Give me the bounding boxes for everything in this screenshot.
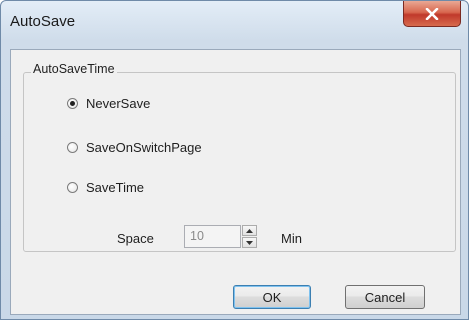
radio-never-save[interactable]: NeverSave — [67, 96, 150, 111]
dialog-body: AutoSaveTime NeverSave SaveOnSwitchPage … — [10, 49, 461, 315]
radio-button-icon[interactable] — [67, 182, 78, 193]
unit-label: Min — [281, 231, 302, 246]
title-bar[interactable]: AutoSave — [1, 1, 468, 49]
radio-label: SaveTime — [86, 180, 145, 195]
radio-save-time[interactable]: SaveTime — [67, 180, 144, 195]
window-title: AutoSave — [10, 13, 76, 30]
spin-up-button[interactable] — [242, 225, 257, 236]
arrow-up-icon — [246, 228, 253, 233]
space-spinner[interactable] — [242, 225, 257, 248]
radio-label: NeverSave — [86, 96, 151, 111]
close-button[interactable] — [403, 1, 461, 27]
cancel-button[interactable]: Cancel — [345, 285, 425, 309]
autosave-dialog: AutoSave AutoSaveTime NeverSave SaveOnSw… — [0, 0, 469, 320]
radio-button-icon[interactable] — [67, 142, 78, 153]
radio-label: SaveOnSwitchPage — [86, 140, 202, 155]
spin-down-button[interactable] — [242, 237, 257, 248]
ok-button[interactable]: OK — [233, 285, 311, 309]
radio-save-on-switch-page[interactable]: SaveOnSwitchPage — [67, 140, 202, 155]
radio-button-checked-icon[interactable] — [67, 98, 78, 109]
close-icon — [425, 7, 439, 20]
group-label: AutoSaveTime — [31, 62, 117, 76]
arrow-down-icon — [246, 240, 253, 245]
space-label: Space — [117, 231, 154, 246]
space-input[interactable]: 10 — [184, 225, 241, 248]
